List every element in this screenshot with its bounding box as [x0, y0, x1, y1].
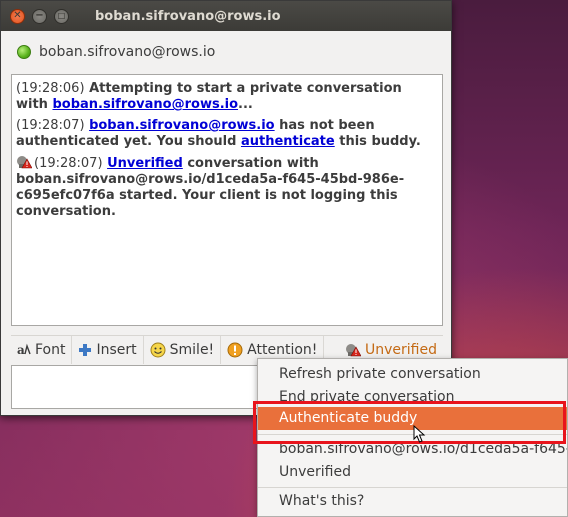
attention-icon	[227, 342, 243, 358]
svg-text:a: a	[17, 343, 25, 357]
maximize-button[interactable]: □	[54, 8, 69, 24]
message: (19:28:06) Attempting to start a private…	[16, 81, 438, 113]
font-icon: a	[17, 343, 31, 357]
title-bar: ✕ − □ boban.sifrovano@rows.io	[1, 1, 451, 31]
message-suffix: ...	[238, 97, 253, 112]
unverified-link[interactable]: Unverified	[107, 156, 183, 171]
buddy-link[interactable]: boban.sifrovano@rows.io	[89, 118, 275, 133]
message: (19:28:07) boban.sifrovano@rows.io has n…	[16, 118, 438, 150]
buddy-header: boban.sifrovano@rows.io	[1, 31, 451, 73]
smiley-icon	[150, 342, 166, 358]
insert-label: Insert	[96, 341, 137, 358]
status-available-icon	[17, 45, 31, 59]
minimize-button[interactable]: −	[32, 8, 47, 24]
insert-button[interactable]: Insert	[72, 335, 144, 364]
menu-item-unverified[interactable]: Unverified	[258, 461, 567, 484]
plus-icon	[78, 343, 92, 357]
smile-label: Smile!	[169, 341, 215, 358]
message: (19:28:07) Unverified conversation with …	[16, 155, 438, 220]
authenticate-link[interactable]: authenticate	[241, 134, 335, 149]
message-timestamp: (19:28:06)	[16, 81, 85, 96]
minimize-icon: −	[35, 10, 44, 21]
buddy-name: boban.sifrovano@rows.io	[39, 44, 216, 60]
menu-separator	[258, 487, 567, 488]
close-button[interactable]: ✕	[10, 8, 25, 24]
mouse-cursor-icon	[413, 424, 427, 443]
otr-status-label: Unverified	[365, 341, 437, 358]
unverified-warning-icon	[345, 343, 362, 357]
smile-button[interactable]: Smile!	[144, 335, 222, 364]
font-label: Font	[35, 341, 66, 358]
conversation-window: ✕ − □ boban.sifrovano@rows.io boban.sifr…	[0, 0, 452, 416]
font-button[interactable]: a Font	[11, 335, 73, 364]
unverified-warning-icon	[16, 155, 33, 169]
menu-item-whats-this[interactable]: What's this?	[258, 490, 567, 513]
buddy-link[interactable]: boban.sifrovano@rows.io	[52, 97, 238, 112]
message-timestamp: (19:28:07)	[16, 118, 85, 133]
highlight-annotation	[253, 401, 566, 444]
window-title: boban.sifrovano@rows.io	[95, 8, 281, 24]
close-icon: ✕	[13, 10, 22, 21]
message-timestamp: (19:28:07)	[34, 156, 103, 171]
menu-item-refresh-private-conversation[interactable]: Refresh private conversation	[258, 363, 567, 386]
conversation-log[interactable]: (19:28:06) Attempting to start a private…	[11, 74, 443, 326]
maximize-icon: □	[57, 11, 66, 20]
message-suffix: this buddy.	[339, 134, 421, 149]
attention-label: Attention!	[247, 341, 318, 358]
